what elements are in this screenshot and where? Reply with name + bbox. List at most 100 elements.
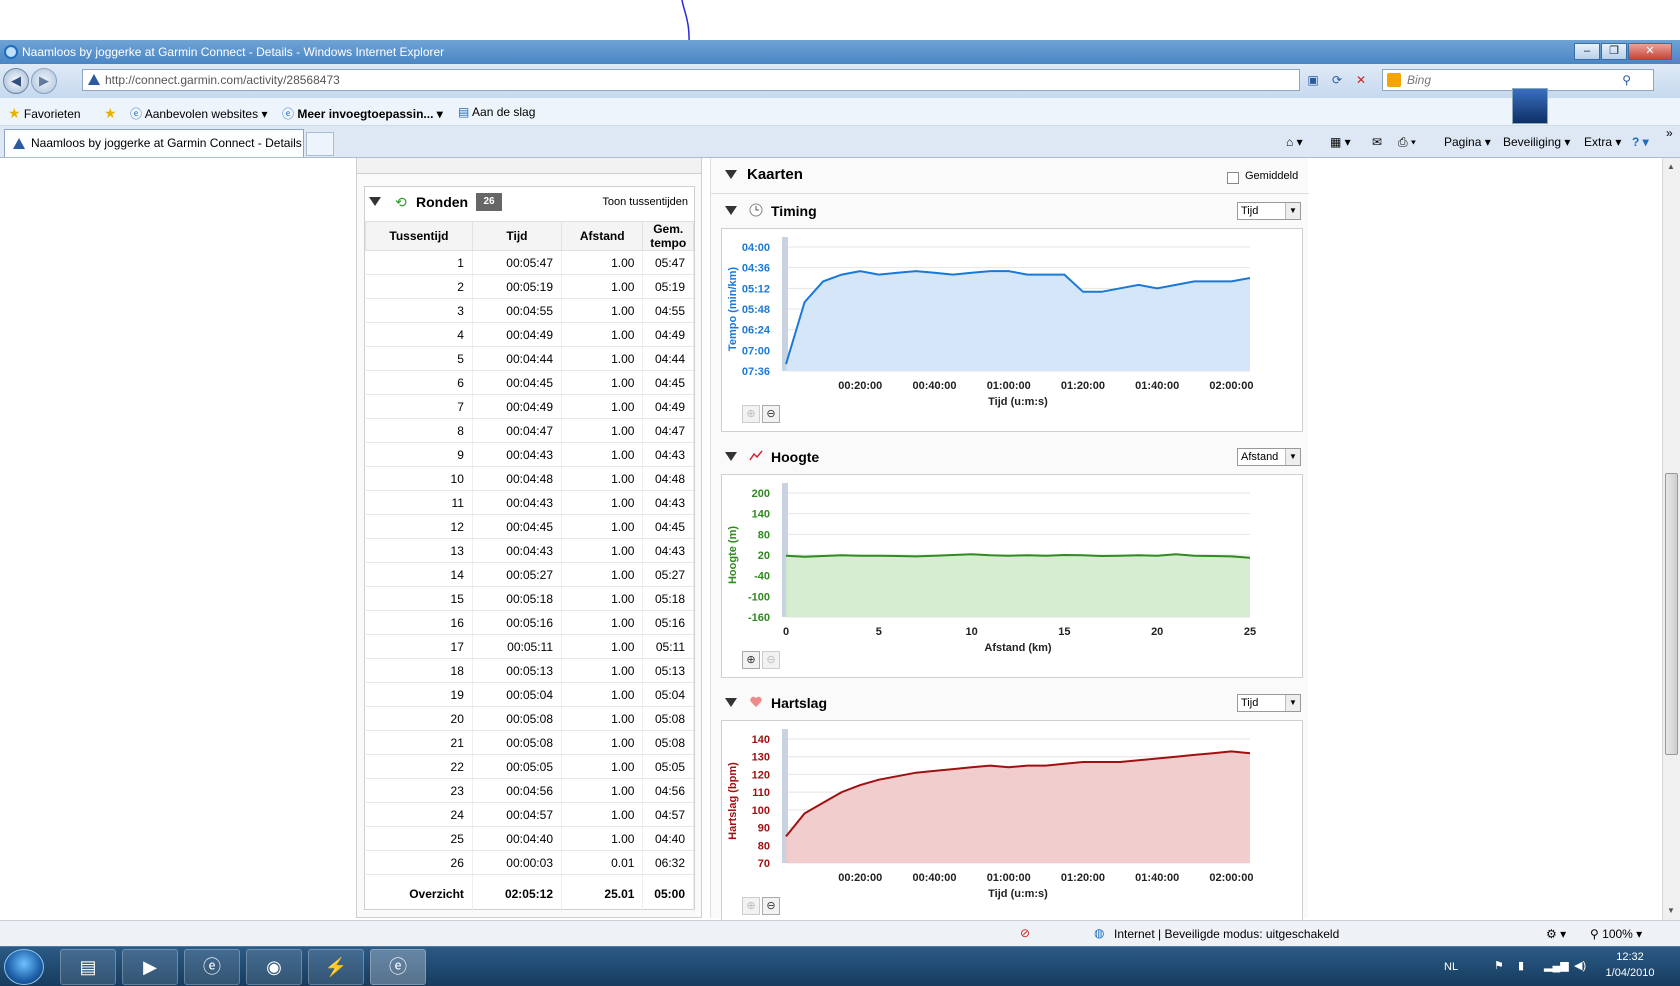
winamp-taskbar-icon[interactable]: ⚡ bbox=[308, 949, 364, 985]
table-row[interactable]: 13 00:04:43 1.00 04:43 bbox=[365, 538, 694, 563]
language-indicator[interactable]: NL bbox=[1444, 961, 1458, 973]
table-row[interactable]: 12 00:04:45 1.00 04:45 bbox=[365, 514, 694, 539]
table-row[interactable]: 3 00:04:55 1.00 04:55 bbox=[365, 298, 694, 323]
tab-active[interactable]: Naamloos by joggerke at Garmin Connect -… bbox=[4, 129, 304, 157]
vertical-scrollbar[interactable]: ▲ ▼ bbox=[1662, 158, 1680, 920]
back-button[interactable]: ◀ bbox=[3, 68, 29, 94]
close-button[interactable]: ✕ bbox=[1628, 43, 1672, 60]
add-favorite-icon[interactable]: ★ bbox=[104, 105, 117, 122]
clock-time[interactable]: 12:32 bbox=[1600, 951, 1660, 963]
table-row[interactable]: 1 00:05:47 1.00 05:47 bbox=[365, 250, 694, 275]
x-axis-select[interactable]: Afstand ▼ bbox=[1237, 448, 1301, 466]
minimize-button[interactable]: – bbox=[1574, 43, 1600, 60]
fav-recommended-sites[interactable]: ⓔ Aanbevolen websites ▾ bbox=[130, 105, 267, 122]
collapse-triangle-icon[interactable] bbox=[725, 698, 737, 707]
collapse-triangle-icon[interactable] bbox=[725, 452, 737, 461]
table-cell: 00:05:08 bbox=[472, 730, 563, 755]
zoom-in-button[interactable]: ⊕ bbox=[742, 651, 760, 669]
table-row[interactable]: 5 00:04:44 1.00 04:44 bbox=[365, 346, 694, 371]
power-icon[interactable]: ▮ bbox=[1518, 959, 1524, 972]
volume-icon[interactable]: ◀) bbox=[1574, 959, 1586, 972]
table-row[interactable]: 25 00:04:40 1.00 04:40 bbox=[365, 826, 694, 851]
table-cell: 04:40 bbox=[642, 826, 694, 851]
clock-date[interactable]: 1/04/2010 bbox=[1600, 967, 1660, 979]
tools-menu[interactable]: Extra ▾ bbox=[1584, 135, 1621, 149]
table-row[interactable]: 18 00:05:13 1.00 05:13 bbox=[365, 658, 694, 683]
firefox-taskbar-icon[interactable]: ◉ bbox=[246, 949, 302, 985]
forward-button[interactable]: ▶ bbox=[31, 68, 57, 94]
x-axis-select[interactable]: Tijd ▼ bbox=[1237, 694, 1301, 712]
search-icon[interactable]: ⚲ bbox=[1622, 70, 1631, 90]
table-row[interactable]: 11 00:04:43 1.00 04:43 bbox=[365, 490, 694, 515]
table-row[interactable]: 2 00:05:19 1.00 05:19 bbox=[365, 274, 694, 299]
table-row[interactable]: 8 00:04:47 1.00 04:47 bbox=[365, 418, 694, 443]
table-row[interactable]: 20 00:05:08 1.00 05:08 bbox=[365, 706, 694, 731]
scrollbar-thumb[interactable] bbox=[1665, 473, 1678, 755]
page-menu[interactable]: Pagina ▾ bbox=[1444, 135, 1491, 149]
new-tab-button[interactable] bbox=[306, 132, 334, 156]
help-icon[interactable]: ? ▾ bbox=[1632, 135, 1649, 149]
media-player-taskbar-icon[interactable]: ▶ bbox=[122, 949, 178, 985]
table-row[interactable]: 21 00:05:08 1.00 05:08 bbox=[365, 730, 694, 755]
average-checkbox[interactable] bbox=[1227, 172, 1239, 184]
ie-taskbar-icon[interactable]: ⓔ bbox=[184, 949, 240, 985]
table-row[interactable]: 23 00:04:56 1.00 04:56 bbox=[365, 778, 694, 803]
table-row[interactable]: 7 00:04:49 1.00 04:49 bbox=[365, 394, 694, 419]
chevron-more-icon[interactable]: » bbox=[1666, 126, 1673, 140]
collapse-triangle-icon[interactable] bbox=[369, 197, 381, 206]
flag-icon[interactable]: ⚑ bbox=[1494, 959, 1504, 972]
chevron-down-icon: ▼ bbox=[1285, 449, 1300, 465]
ie-active-taskbar-icon[interactable]: ⓔ bbox=[370, 949, 426, 985]
explorer-taskbar-icon[interactable]: ▤ bbox=[60, 949, 116, 985]
favorites-button[interactable]: ★ Favorieten bbox=[8, 105, 81, 122]
compatibility-icon[interactable]: ▣ bbox=[1302, 69, 1324, 91]
home-icon[interactable]: ⌂ ▾ bbox=[1286, 135, 1303, 149]
zoom-in-button[interactable]: ⊕ bbox=[742, 405, 760, 423]
refresh-icon[interactable]: ⟳ bbox=[1326, 69, 1348, 91]
table-row[interactable]: 6 00:04:45 1.00 04:45 bbox=[365, 370, 694, 395]
start-button[interactable] bbox=[4, 949, 44, 985]
zoom-out-button[interactable]: ⊖ bbox=[762, 405, 780, 423]
column-header[interactable]: Tijd bbox=[471, 221, 563, 251]
fav-getting-started[interactable]: ▤ Aan de slag bbox=[458, 105, 535, 119]
collapse-triangle-icon[interactable] bbox=[725, 206, 737, 215]
feeds-icon[interactable]: ▦ ▾ bbox=[1330, 135, 1351, 149]
table-row[interactable]: 10 00:04:48 1.00 04:48 bbox=[365, 466, 694, 491]
scroll-down-icon[interactable]: ▼ bbox=[1667, 906, 1675, 915]
network-icon[interactable]: ▂▄▆ bbox=[1544, 959, 1569, 972]
table-row[interactable]: 16 00:05:16 1.00 05:16 bbox=[365, 610, 694, 635]
mail-icon[interactable]: ✉ bbox=[1372, 135, 1382, 149]
show-splits-link[interactable]: Toon tussentijden bbox=[602, 196, 688, 208]
maximize-button[interactable]: ❐ bbox=[1601, 43, 1627, 60]
y-tick-label: -40 bbox=[754, 571, 770, 583]
table-row[interactable]: 24 00:04:57 1.00 04:57 bbox=[365, 802, 694, 827]
column-header[interactable]: Tussentijd bbox=[365, 221, 473, 251]
zoom-in-button[interactable]: ⊕ bbox=[742, 897, 760, 915]
safety-menu[interactable]: Beveiliging ▾ bbox=[1503, 135, 1570, 149]
zoom-level[interactable]: ⚲ 100% ▾ bbox=[1590, 927, 1642, 941]
table-row[interactable]: 4 00:04:49 1.00 04:49 bbox=[365, 322, 694, 347]
table-row[interactable]: 22 00:05:05 1.00 05:05 bbox=[365, 754, 694, 779]
address-input[interactable]: http://connect.garmin.com/activity/28568… bbox=[82, 69, 1300, 91]
zoom-out-button[interactable]: ⊖ bbox=[762, 651, 780, 669]
column-header[interactable]: Gem. tempo bbox=[642, 221, 694, 251]
table-row[interactable]: 14 00:05:27 1.00 05:27 bbox=[365, 562, 694, 587]
column-header[interactable]: Afstand bbox=[560, 221, 644, 251]
scroll-up-icon[interactable]: ▲ bbox=[1667, 162, 1675, 171]
table-row[interactable]: 19 00:05:04 1.00 05:04 bbox=[365, 682, 694, 707]
x-axis-label: Afstand (km) bbox=[984, 642, 1052, 654]
x-axis-select[interactable]: Tijd ▼ bbox=[1237, 202, 1301, 220]
y-tick-label: 04:36 bbox=[742, 263, 770, 275]
collapse-triangle-icon[interactable] bbox=[725, 170, 737, 179]
table-cell: 04:48 bbox=[642, 466, 694, 491]
table-row[interactable]: 17 00:05:11 1.00 05:11 bbox=[365, 634, 694, 659]
table-row[interactable]: 26 00:00:03 0.01 06:32 bbox=[365, 850, 694, 875]
table-row[interactable]: 15 00:05:18 1.00 05:18 bbox=[365, 586, 694, 611]
zoom-out-button[interactable]: ⊖ bbox=[762, 897, 780, 915]
print-icon[interactable]: ⎙ ▾ bbox=[1398, 135, 1416, 150]
protected-mode-icon[interactable]: ⚙ ▾ bbox=[1546, 927, 1566, 941]
table-row[interactable]: 9 00:04:43 1.00 04:43 bbox=[365, 442, 694, 467]
fav-more-addons[interactable]: ⓔ Meer invoegtoepassin... ▾ bbox=[282, 105, 443, 122]
stop-icon[interactable]: ✕ bbox=[1350, 69, 1372, 91]
bing-icon bbox=[1387, 73, 1401, 87]
